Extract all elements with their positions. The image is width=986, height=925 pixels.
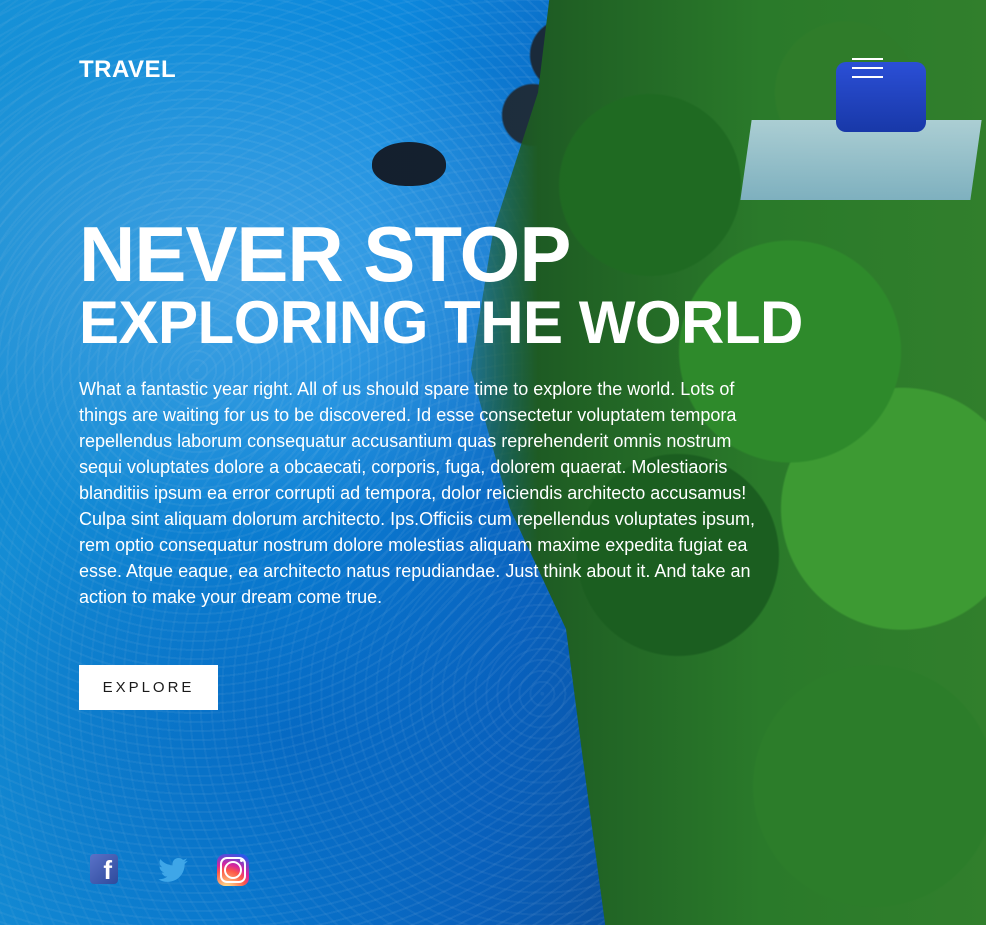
menu-line	[852, 76, 883, 78]
twitter-bird	[158, 858, 188, 882]
explore-button[interactable]: EXPLORE	[79, 665, 218, 710]
logo[interactable]: TRAVEL	[79, 56, 176, 84]
facebook-glyph: f	[103, 855, 112, 885]
instagram-dot	[240, 859, 243, 862]
facebook-icon[interactable]: f	[90, 854, 118, 885]
hero-subtitle: EXPLORING THE WORLD	[79, 289, 803, 356]
instagram-lens	[224, 861, 242, 879]
instagram-icon[interactable]	[217, 854, 249, 886]
menu-line	[852, 58, 883, 60]
hamburger-menu-icon[interactable]	[852, 58, 883, 78]
hero-description: What a fantastic year right. All of us s…	[79, 379, 755, 607]
hero-title: NEVER STOP	[79, 210, 571, 298]
twitter-icon[interactable]	[157, 854, 189, 886]
menu-line	[852, 67, 883, 69]
